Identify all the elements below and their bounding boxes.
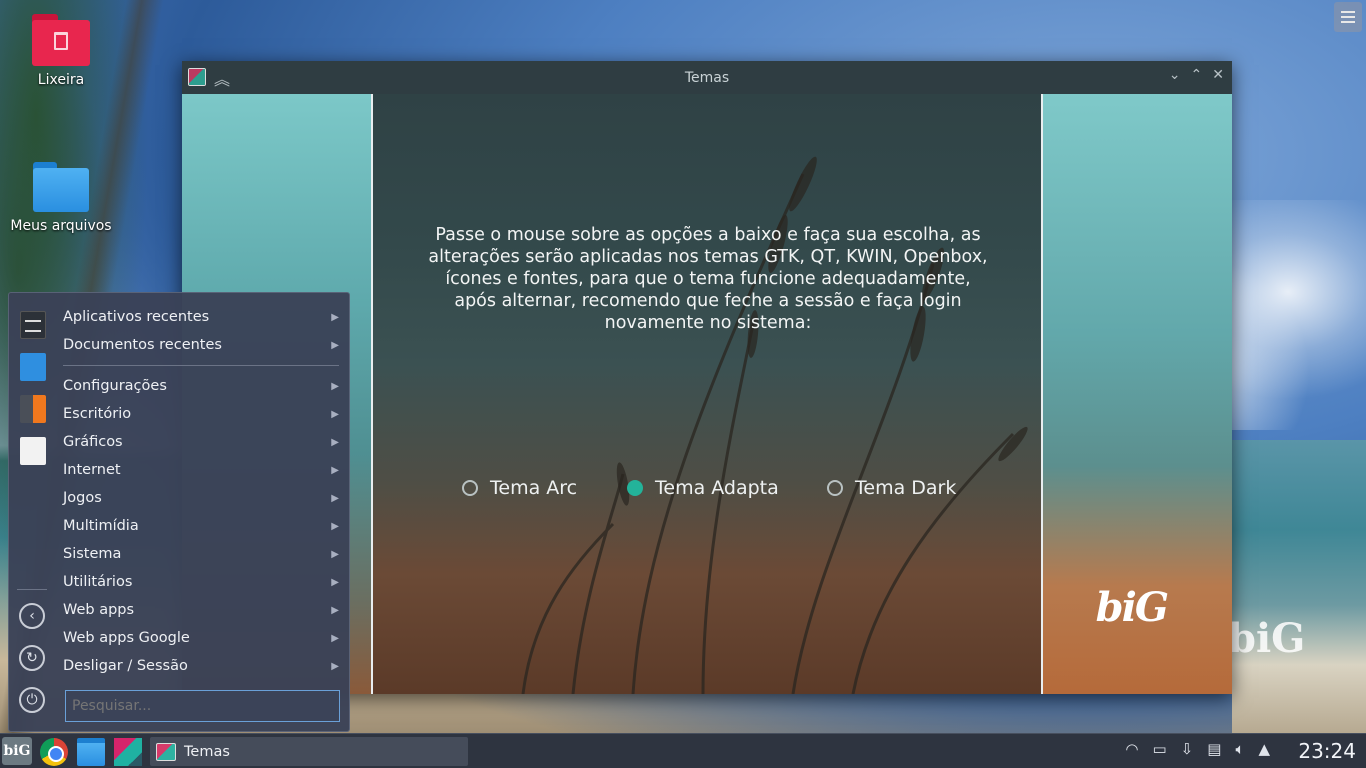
menu-item-sistema[interactable]: Sistema ▶ bbox=[63, 540, 343, 568]
chevron-right-icon: ▶ bbox=[331, 339, 339, 351]
menu-item-label: Web apps bbox=[63, 602, 135, 618]
chevron-right-icon: ▶ bbox=[331, 548, 339, 560]
chevron-right-icon: ▶ bbox=[331, 604, 339, 616]
menu-item-label: Configurações bbox=[63, 378, 167, 394]
instructions-text: Passe o mouse sobre as opções a baixo e … bbox=[428, 225, 988, 333]
menu-item-label: Escritório bbox=[63, 406, 132, 422]
battery-icon[interactable]: ▭ bbox=[1152, 740, 1166, 758]
wallpaper-sea bbox=[1232, 440, 1366, 740]
menu-item-utilitarios[interactable]: Utilitários ▶ bbox=[63, 568, 343, 596]
clipboard-icon[interactable]: ▤ bbox=[1207, 740, 1221, 758]
chevron-right-icon: ▶ bbox=[331, 464, 339, 476]
task-temas[interactable]: Temas bbox=[150, 737, 468, 766]
big-logo: biG bbox=[1095, 584, 1169, 631]
radio-checked-icon[interactable] bbox=[627, 480, 643, 496]
desktop-icon-label: Meus arquivos bbox=[10, 218, 112, 234]
menu-item-label: Documentos recentes bbox=[63, 337, 222, 353]
desktop-icon-my-files[interactable]: Meus arquivos bbox=[6, 162, 116, 234]
menu-categories: Aplicativos recentes ▶ Documentos recente… bbox=[63, 303, 343, 680]
minimize-icon[interactable]: ⌄ bbox=[1169, 67, 1181, 83]
menu-item-label: Utilitários bbox=[63, 574, 133, 590]
menu-item-label: Multimídia bbox=[63, 518, 139, 534]
menu-item-escritorio[interactable]: Escritório ▶ bbox=[63, 400, 343, 428]
chrome-icon[interactable] bbox=[40, 738, 68, 766]
window-titlebar[interactable]: ︽ Temas ⌄ ⌃ ✕ bbox=[182, 61, 1232, 94]
desktop-icon-label: Lixeira bbox=[37, 72, 85, 88]
refresh-icon[interactable]: ↻ bbox=[19, 645, 45, 671]
usb-icon[interactable]: ⇩ bbox=[1181, 740, 1194, 758]
option-tema-arc[interactable]: Tema Arc bbox=[462, 477, 577, 499]
search-input[interactable] bbox=[65, 690, 340, 722]
close-icon[interactable]: ✕ bbox=[1212, 67, 1224, 83]
option-tema-dark[interactable]: Tema Dark bbox=[827, 477, 956, 499]
menu-item-label: Desligar / Sessão bbox=[63, 658, 188, 674]
chevron-right-icon: ▶ bbox=[331, 660, 339, 672]
menu-item-label: Jogos bbox=[63, 490, 102, 506]
text-editor-icon[interactable] bbox=[20, 437, 46, 465]
volume-icon[interactable]: 🔈︎ bbox=[1235, 740, 1244, 758]
menu-separator bbox=[63, 365, 339, 366]
menu-item-graficos[interactable]: Gráficos ▶ bbox=[63, 428, 343, 456]
menu-item-label: Aplicativos recentes bbox=[63, 309, 210, 325]
menu-item-configuracoes[interactable]: Configurações ▶ bbox=[63, 372, 343, 400]
files-icon[interactable] bbox=[77, 738, 105, 766]
menu-item-label: Internet bbox=[63, 462, 121, 478]
window-title: Temas bbox=[684, 69, 730, 86]
option-label: Tema Adapta bbox=[655, 477, 779, 499]
chevron-right-icon: ▶ bbox=[331, 380, 339, 392]
trash-folder-icon bbox=[32, 14, 90, 66]
menu-item-label: Gráficos bbox=[63, 434, 123, 450]
start-button[interactable]: biG bbox=[2, 737, 32, 765]
desktop-icon-trash[interactable]: Lixeira bbox=[6, 14, 116, 88]
menu-item-jogos[interactable]: Jogos ▶ bbox=[63, 484, 343, 512]
folder-icon bbox=[33, 162, 89, 212]
radio-icon[interactable] bbox=[462, 480, 478, 496]
chevron-right-icon: ▶ bbox=[331, 408, 339, 420]
theme-chooser-panel: Passe o mouse sobre as opções a baixo e … bbox=[373, 94, 1042, 694]
chevron-right-icon: ▶ bbox=[331, 311, 339, 323]
desktop-menu-button[interactable] bbox=[1334, 2, 1362, 32]
calculator-icon[interactable] bbox=[20, 395, 46, 423]
maximize-icon[interactable]: ⌃ bbox=[1191, 67, 1203, 83]
taskbar: biG Temas ◠ ▭ ⇩ ▤ 🔈︎ ▲ 23:24 bbox=[0, 733, 1366, 768]
menu-item-web-apps[interactable]: Web apps ▶ bbox=[63, 596, 343, 624]
wifi-icon[interactable]: ◠ bbox=[1125, 740, 1138, 758]
kde-icon[interactable] bbox=[114, 738, 142, 766]
power-icon[interactable]: ⏻ bbox=[19, 687, 45, 713]
chevron-right-icon: ▶ bbox=[331, 520, 339, 532]
task-label: Temas bbox=[184, 743, 230, 760]
favorites-column: ‹ ↻ ⏻ bbox=[9, 293, 55, 731]
system-tray: ◠ ▭ ⇩ ▤ 🔈︎ ▲ bbox=[1125, 740, 1270, 758]
grass-illustration bbox=[521, 156, 1028, 694]
desktop-logo: biG bbox=[1228, 615, 1306, 662]
menu-item-recent-apps[interactable]: Aplicativos recentes ▶ bbox=[63, 303, 343, 331]
menu-item-desligar-sessao[interactable]: Desligar / Sessão ▶ bbox=[63, 652, 343, 680]
menu-item-recent-docs[interactable]: Documentos recentes ▶ bbox=[63, 331, 343, 359]
start-menu: ‹ ↻ ⏻ Aplicativos recentes ▶ Documentos r… bbox=[8, 292, 350, 732]
option-tema-adapta[interactable]: Tema Adapta bbox=[627, 477, 779, 499]
radio-icon[interactable] bbox=[827, 480, 843, 496]
option-label: Tema Dark bbox=[855, 477, 957, 499]
expand-tray-icon[interactable]: ▲ bbox=[1258, 740, 1270, 758]
menu-item-web-apps-google[interactable]: Web apps Google ▶ bbox=[63, 624, 343, 652]
chevron-right-icon: ▶ bbox=[331, 436, 339, 448]
back-icon[interactable]: ‹ bbox=[19, 603, 45, 629]
menu-item-label: Web apps Google bbox=[63, 630, 190, 646]
menu-item-internet[interactable]: Internet ▶ bbox=[63, 456, 343, 484]
app-icon bbox=[156, 742, 176, 761]
chevron-right-icon: ▶ bbox=[331, 632, 339, 644]
clock[interactable]: 23:24 bbox=[1298, 739, 1356, 763]
document-icon[interactable] bbox=[20, 353, 46, 381]
menu-item-multimidia[interactable]: Multimídia ▶ bbox=[63, 512, 343, 540]
menu-item-label: Sistema bbox=[63, 546, 122, 562]
settings-sliders-icon[interactable] bbox=[20, 311, 46, 339]
chevron-right-icon: ▶ bbox=[331, 492, 339, 504]
chevron-right-icon: ▶ bbox=[331, 576, 339, 588]
option-label: Tema Arc bbox=[490, 477, 578, 499]
